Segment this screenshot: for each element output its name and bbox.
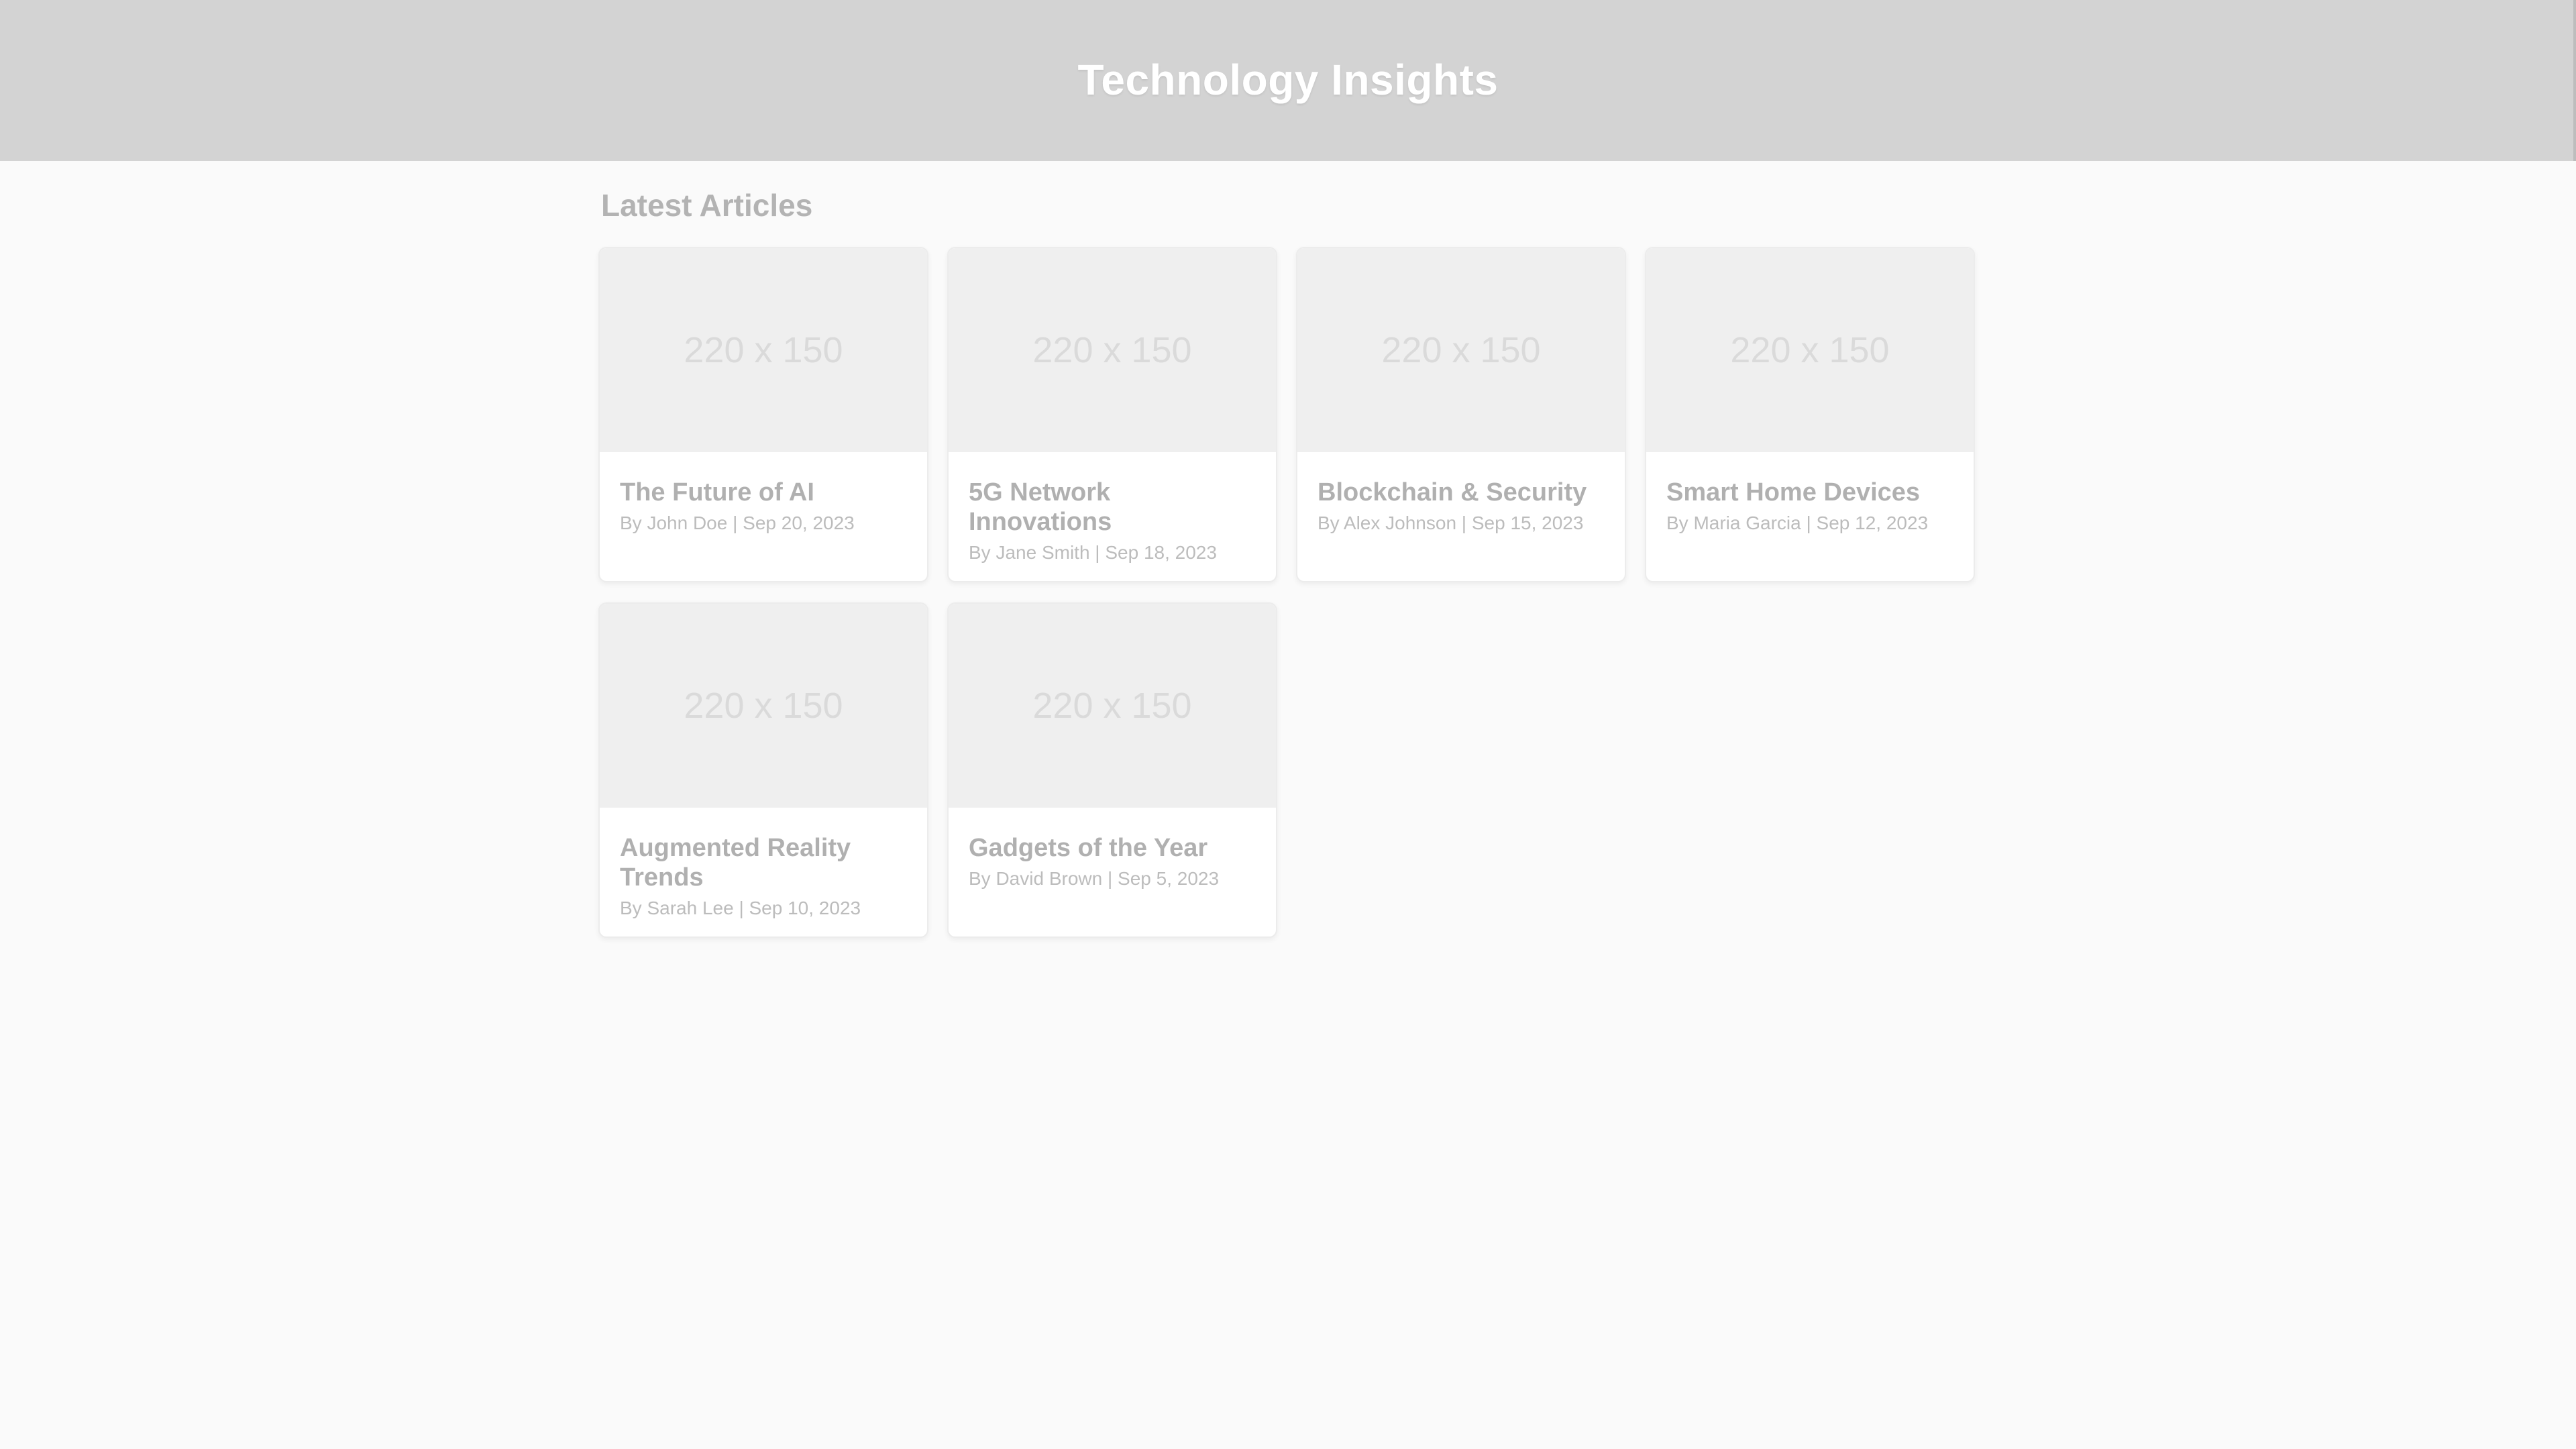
article-meta: By Alex Johnson | Sep 15, 2023: [1318, 513, 1584, 533]
article-body: Gadgets of the Year By David Brown | Sep…: [949, 808, 1276, 892]
article-meta: By John Doe | Sep 20, 2023: [620, 513, 855, 533]
article-body: Augmented Reality Trends By Sarah Lee | …: [600, 808, 927, 922]
article-body: The Future of AI By John Doe | Sep 20, 2…: [600, 452, 927, 537]
article-card[interactable]: 220 x 150 Blockchain & Security By Alex …: [1296, 247, 1626, 582]
site-header: Technology Insights: [0, 0, 2576, 161]
article-meta: By David Brown | Sep 5, 2023: [969, 868, 1220, 889]
article-meta: By Jane Smith | Sep 18, 2023: [969, 542, 1217, 563]
scrollbar[interactable]: [2573, 0, 2576, 161]
article-image-placeholder: 220 x 150: [949, 604, 1276, 808]
article-image-placeholder: 220 x 150: [600, 604, 927, 808]
article-title[interactable]: Gadgets of the Year: [969, 833, 1256, 863]
article-title[interactable]: Smart Home Devices: [1666, 478, 1953, 507]
article-title[interactable]: The Future of AI: [620, 478, 907, 507]
article-image-placeholder: 220 x 150: [600, 248, 927, 452]
article-body: Smart Home Devices By Maria Garcia | Sep…: [1646, 452, 1974, 537]
article-card[interactable]: 220 x 150 Smart Home Devices By Maria Ga…: [1645, 247, 1975, 582]
article-meta: By Sarah Lee | Sep 10, 2023: [620, 898, 861, 918]
article-image-placeholder: 220 x 150: [1646, 248, 1974, 452]
article-card[interactable]: 220 x 150 5G Network Innovations By Jane…: [947, 247, 1277, 582]
article-title[interactable]: Blockchain & Security: [1318, 478, 1605, 507]
article-meta: By Maria Garcia | Sep 12, 2023: [1666, 513, 1929, 533]
section-title: Latest Articles: [601, 188, 813, 223]
article-card[interactable]: 220 x 150 Augmented Reality Trends By Sa…: [598, 602, 928, 938]
article-card[interactable]: 220 x 150 Gadgets of the Year By David B…: [947, 602, 1277, 938]
article-title[interactable]: 5G Network Innovations: [969, 478, 1256, 537]
article-image-placeholder: 220 x 150: [1297, 248, 1625, 452]
article-body: Blockchain & Security By Alex Johnson | …: [1297, 452, 1625, 537]
article-card[interactable]: 220 x 150 The Future of AI By John Doe |…: [598, 247, 928, 582]
article-title[interactable]: Augmented Reality Trends: [620, 833, 907, 892]
article-image-placeholder: 220 x 150: [949, 248, 1276, 452]
article-body: 5G Network Innovations By Jane Smith | S…: [949, 452, 1276, 566]
main-content: Latest Articles 220 x 150 The Future of …: [598, 185, 1978, 938]
site-title: Technology Insights: [1077, 56, 1499, 104]
